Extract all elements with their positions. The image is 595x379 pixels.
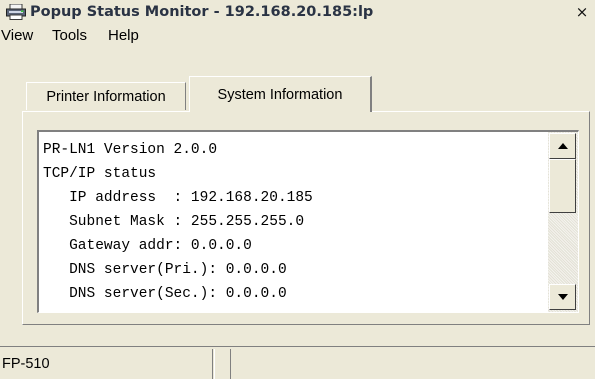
scroll-down-button[interactable] bbox=[549, 284, 576, 310]
close-button[interactable]: × bbox=[570, 2, 594, 22]
menu-tools[interactable]: Tools bbox=[52, 24, 87, 48]
menu-bar: View Tools Help bbox=[0, 24, 595, 48]
info-line-gateway: Gateway addr: 0.0.0.0 bbox=[43, 238, 252, 254]
scroll-down-arrow-icon bbox=[558, 294, 568, 300]
status-divider bbox=[214, 349, 215, 379]
vertical-scrollbar[interactable] bbox=[548, 132, 578, 312]
info-line-ip-address: IP address : 192.168.20.185 bbox=[43, 190, 313, 206]
scroll-thumb[interactable] bbox=[549, 159, 576, 213]
scroll-up-arrow-icon bbox=[558, 143, 568, 149]
system-info-textbox[interactable]: PR-LN1 Version 2.0.0 TCP/IP status IP ad… bbox=[37, 130, 579, 313]
title-bar[interactable]: Popup Status Monitor - 192.168.20.185:lp… bbox=[0, 0, 595, 24]
system-info-text: PR-LN1 Version 2.0.0 TCP/IP status IP ad… bbox=[43, 138, 543, 306]
status-message bbox=[230, 349, 595, 379]
menu-help[interactable]: Help bbox=[108, 24, 139, 48]
tab-system-information[interactable]: System Information bbox=[189, 76, 372, 112]
status-bar: FP-510 bbox=[0, 346, 595, 379]
tab-printer-information[interactable]: Printer Information bbox=[26, 82, 186, 110]
scroll-up-button[interactable] bbox=[549, 133, 576, 159]
printer-icon bbox=[6, 4, 26, 20]
info-line-subnet-mask: Subnet Mask : 255.255.255.0 bbox=[43, 214, 305, 230]
info-line-dns-secondary: DNS server(Sec.): 0.0.0.0 bbox=[43, 286, 287, 302]
info-line-tcpip: TCP/IP status bbox=[43, 166, 157, 182]
info-line-dns-primary: DNS server(Pri.): 0.0.0.0 bbox=[43, 262, 287, 278]
status-model: FP-510 bbox=[0, 349, 213, 379]
app-window: Popup Status Monitor - 192.168.20.185:lp… bbox=[0, 0, 595, 379]
info-line-version: PR-LN1 Version 2.0.0 bbox=[43, 142, 218, 158]
window-title: Popup Status Monitor - 192.168.20.185:lp bbox=[30, 4, 374, 20]
menu-view[interactable]: View bbox=[1, 24, 33, 48]
